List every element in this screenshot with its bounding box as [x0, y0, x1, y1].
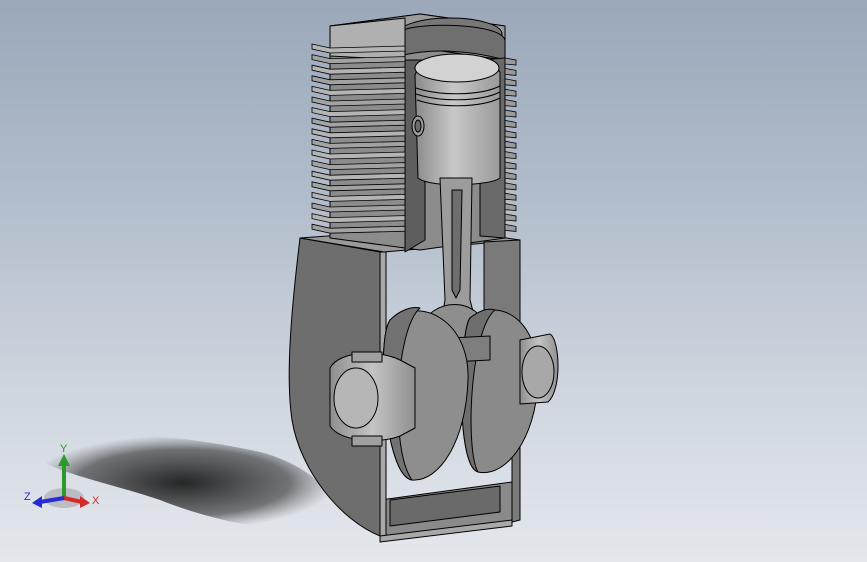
- fin-right: [504, 130, 517, 139]
- triad-y-label: Y: [60, 443, 68, 455]
- engine-cutaway-model[interactable]: [0, 0, 867, 562]
- fin-right: [504, 151, 517, 160]
- piston: [411, 53, 501, 186]
- graphics-viewport[interactable]: Y X Z: [0, 0, 867, 562]
- fin-right: [504, 182, 517, 191]
- fin-right: [504, 88, 517, 97]
- triad-z-arrow: [32, 496, 42, 508]
- orientation-triad: Y X Z: [18, 438, 108, 514]
- cooling-fins-right: [504, 57, 517, 232]
- triad-x-label: X: [92, 495, 100, 507]
- fin-right: [504, 78, 517, 87]
- fin-right: [504, 99, 517, 108]
- fin-right: [504, 223, 517, 232]
- triad-y-arrow: [58, 454, 70, 466]
- fin-right: [504, 140, 517, 149]
- triad-x-arrow: [80, 496, 90, 508]
- triad-z-label: Z: [24, 491, 31, 503]
- fin-right: [504, 171, 517, 180]
- fin-right: [504, 192, 517, 201]
- fin-right: [504, 57, 517, 66]
- fin-right: [504, 203, 517, 212]
- fin-right: [504, 109, 517, 118]
- fin-right: [504, 213, 517, 222]
- fin-right: [504, 119, 517, 128]
- fin-right: [504, 161, 517, 170]
- fin-right: [504, 67, 517, 76]
